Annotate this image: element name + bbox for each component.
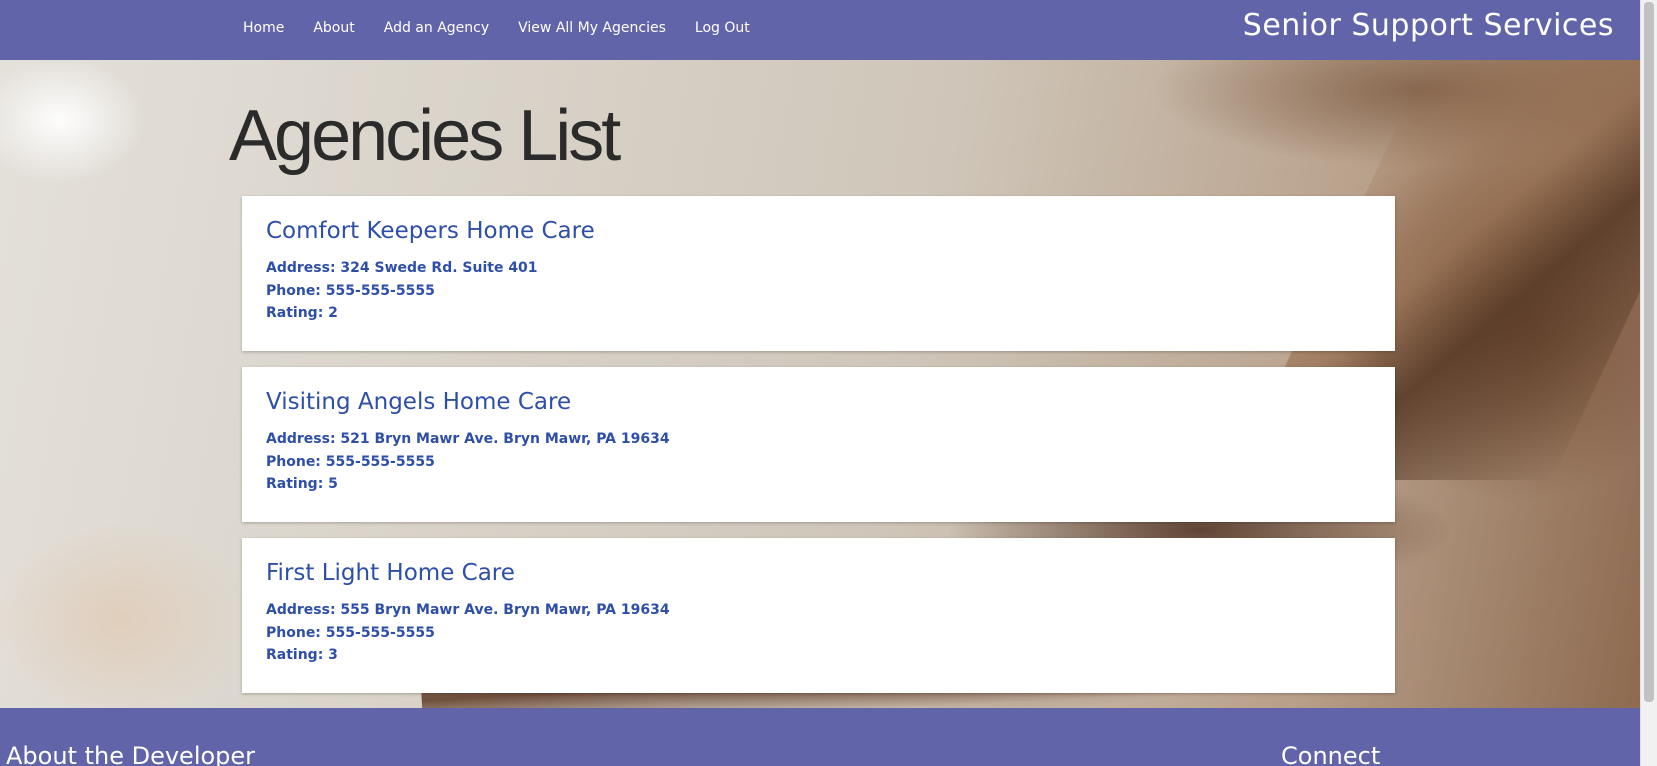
agency-card[interactable]: Comfort Keepers Home Care Address: 324 S…: [242, 196, 1395, 351]
agency-address: Address: 555 Bryn Mawr Ave. Bryn Mawr, P…: [266, 602, 670, 618]
agency-rating: Rating: 3: [266, 647, 338, 663]
nav-link-add-agency[interactable]: Add an Agency: [384, 20, 489, 36]
scrollbar-thumb[interactable]: [1644, 2, 1654, 702]
agency-address: Address: 324 Swede Rd. Suite 401: [266, 260, 538, 276]
nav-link-home[interactable]: Home: [243, 20, 284, 36]
agency-name[interactable]: First Light Home Care: [266, 560, 1371, 586]
agency-rating: Rating: 5: [266, 476, 338, 492]
agency-card[interactable]: Visiting Angels Home Care Address: 521 B…: [242, 367, 1395, 522]
nav-links: Home About Add an Agency View All My Age…: [243, 0, 779, 56]
nav-link-about[interactable]: About: [313, 20, 354, 36]
agency-rating: Rating: 2: [266, 305, 338, 321]
agency-address: Address: 521 Bryn Mawr Ave. Bryn Mawr, P…: [266, 431, 670, 447]
agency-card[interactable]: First Light Home Care Address: 555 Bryn …: [242, 538, 1395, 693]
footer-connect-heading: Connect: [1281, 742, 1381, 766]
agency-phone: Phone: 555-555-5555: [266, 624, 435, 641]
agency-list: Comfort Keepers Home Care Address: 324 S…: [242, 196, 1395, 709]
agency-phone: Phone: 555-555-5555: [266, 453, 435, 470]
nav-link-log-out[interactable]: Log Out: [695, 20, 750, 36]
brand-title[interactable]: Senior Support Services: [1243, 8, 1614, 43]
agency-name[interactable]: Visiting Angels Home Care: [266, 389, 1371, 415]
footer-about-heading: About the Developer: [6, 742, 256, 766]
page-title: Agencies List: [229, 96, 621, 176]
vertical-scrollbar[interactable]: [1640, 0, 1657, 766]
footer: About the Developer Connect: [0, 708, 1640, 766]
agency-name[interactable]: Comfort Keepers Home Care: [266, 218, 1371, 244]
nav-link-view-all-agencies[interactable]: View All My Agencies: [518, 20, 666, 36]
agency-phone: Phone: 555-555-5555: [266, 282, 435, 299]
top-navbar: Home About Add an Agency View All My Age…: [0, 0, 1640, 60]
